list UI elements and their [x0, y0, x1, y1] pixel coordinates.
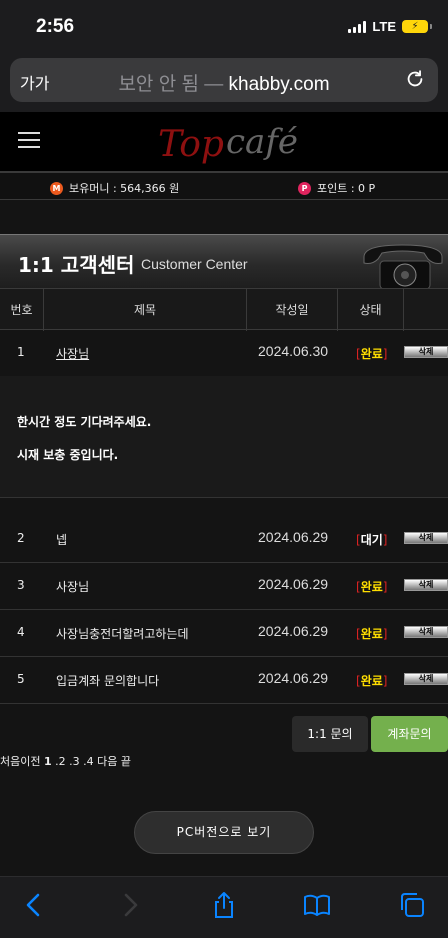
row-number: 3 — [17, 578, 25, 592]
col-action — [404, 289, 448, 331]
row-date: 2024.06.29 — [258, 529, 329, 545]
point-balance-label: 포인트 : 0 P — [317, 182, 376, 195]
row-title-link[interactable]: 사장님 — [56, 345, 89, 362]
page-title: 1:1 고객센터 — [18, 253, 135, 277]
address-bar[interactable]: 가가 보안 안 됨 — khabby.com — [10, 58, 438, 102]
status-badge: [완료] — [356, 627, 388, 641]
delete-button[interactable]: 삭제 — [404, 673, 448, 685]
page-subtitle: Customer Center — [141, 256, 248, 272]
url-display[interactable]: 보안 안 됨 — khabby.com — [10, 69, 438, 96]
site-header: Top café — [0, 112, 448, 172]
table-header: 번호 제목 작성일 상태 — [0, 288, 448, 331]
row-number: 2 — [17, 531, 25, 545]
money-balance: M 보유머니 : 564,366 원 — [50, 180, 179, 196]
balance-bar: M 보유머니 : 564,366 원 P 포인트 : 0 P — [0, 172, 448, 200]
pc-version-button[interactable]: PC버전으로 보기 — [134, 811, 314, 854]
url-domain: khabby.com — [228, 74, 330, 95]
row-title-link[interactable]: 입금계좌 문의합니다 — [56, 672, 159, 689]
status-badge: [완료] — [356, 347, 388, 361]
reload-icon[interactable] — [404, 68, 426, 90]
delete-button[interactable]: 삭제 — [404, 579, 448, 591]
browser-toolbar — [0, 876, 448, 938]
delete-button[interactable]: 삭제 — [404, 532, 448, 544]
browser-address-area: 가가 보안 안 됨 — khabby.com — [0, 52, 448, 112]
answer-line-2: 시재 보충 중입니다. — [17, 448, 119, 462]
col-status: 상태 — [338, 289, 404, 331]
delete-button[interactable]: 삭제 — [404, 626, 448, 638]
site-logo[interactable]: Top café — [158, 120, 298, 168]
status-badge: [완료] — [356, 580, 388, 594]
inquiry-button[interactable]: 1:1 문의 — [292, 716, 368, 752]
logo-cafe-text: café — [226, 122, 299, 162]
col-no: 번호 — [0, 289, 44, 331]
table-row: 2 넵 2024.06.29 [대기] 삭제 — [0, 516, 448, 563]
back-icon[interactable] — [20, 891, 48, 919]
forward-icon[interactable] — [116, 891, 144, 919]
row-date: 2024.06.29 — [258, 623, 329, 639]
answer-panel: 한시간 정도 기다려주세요. 시재 보충 중입니다. — [0, 376, 448, 498]
pager-first-prev[interactable]: 처음이전 — [0, 755, 44, 768]
security-warning: 보안 안 됨 — — [118, 74, 229, 95]
money-icon: M — [50, 181, 63, 195]
answer-line-1: 한시간 정도 기다려주세요. — [17, 415, 152, 429]
row-date: 2024.06.30 — [258, 343, 329, 359]
delete-button[interactable]: 삭제 — [404, 346, 448, 358]
table-row: 3 사장님 2024.06.29 [완료] 삭제 — [0, 563, 448, 610]
pagination: 처음이전 1 .2 .3 .4 다음 끝 — [0, 753, 131, 769]
row-title-link[interactable]: 사장님충전더할려고하는데 — [56, 625, 188, 642]
status-bar: 2:56 LTE ⚡ — [0, 0, 448, 52]
pager-rest[interactable]: .2 .3 .4 다음 끝 — [52, 755, 131, 768]
status-time: 2:56 — [36, 16, 75, 37]
status-badge: [대기] — [356, 533, 388, 547]
telephone-icon — [363, 244, 443, 289]
account-inquiry-button[interactable]: 계좌문의 — [371, 716, 448, 752]
row-title-link[interactable]: 사장님 — [56, 578, 89, 595]
logo-top-text: Top — [158, 124, 224, 165]
pager-current[interactable]: 1 — [44, 755, 52, 768]
status-indicators: LTE ⚡ — [348, 19, 432, 34]
tabs-icon[interactable] — [398, 891, 426, 919]
table-row: 5 입금계좌 문의합니다 2024.06.29 [완료] 삭제 — [0, 657, 448, 704]
network-label: LTE — [372, 19, 396, 34]
row-title-link[interactable]: 넵 — [56, 531, 67, 548]
customer-center-header: 1:1 고객센터 Customer Center — [0, 234, 448, 289]
row-number: 5 — [17, 672, 25, 686]
money-balance-label: 보유머니 : 564,366 원 — [69, 182, 180, 195]
row-date: 2024.06.29 — [258, 670, 329, 686]
row-date: 2024.06.29 — [258, 576, 329, 592]
point-balance: P 포인트 : 0 P — [298, 180, 375, 196]
point-icon: P — [298, 181, 311, 195]
menu-icon[interactable] — [18, 132, 40, 148]
col-date: 작성일 — [247, 289, 338, 331]
table-row: 4 사장님충전더할려고하는데 2024.06.29 [완료] 삭제 — [0, 610, 448, 657]
status-badge: [완료] — [356, 674, 388, 688]
signal-icon — [348, 20, 367, 33]
table-row: 1 사장님 2024.06.30 [완료] 삭제 — [0, 330, 448, 377]
share-icon[interactable] — [210, 891, 238, 919]
battery-charging-icon: ⚡ — [402, 20, 432, 33]
col-title: 제목 — [44, 289, 247, 331]
row-number: 1 — [17, 345, 25, 359]
bookmarks-icon[interactable] — [303, 891, 331, 919]
row-number: 4 — [17, 625, 25, 639]
